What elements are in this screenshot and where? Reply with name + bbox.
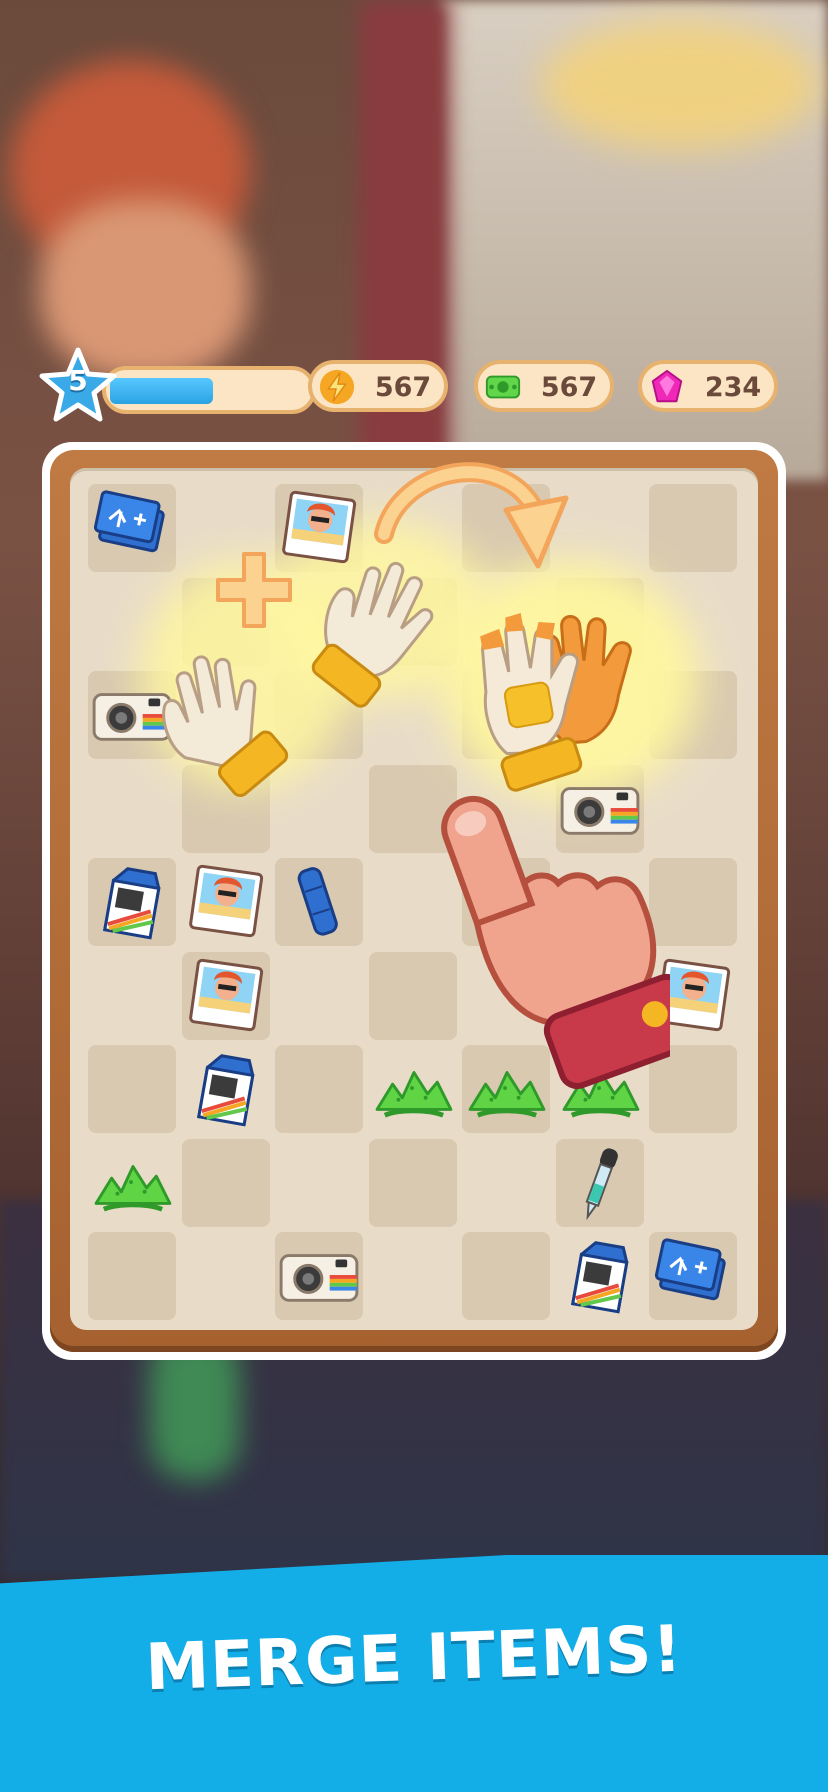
grass-item[interactable] bbox=[86, 1149, 178, 1217]
lightning-icon bbox=[319, 369, 355, 405]
photo-item[interactable] bbox=[186, 862, 266, 942]
board-cell[interactable] bbox=[181, 1138, 270, 1227]
xp-progress[interactable]: 5 bbox=[39, 347, 316, 422]
photo-icon bbox=[188, 864, 263, 938]
milk-carton-icon bbox=[103, 867, 161, 940]
top-hud: 5 567 567 234 bbox=[0, 347, 828, 422]
cash-icon bbox=[485, 375, 521, 399]
camera-item[interactable] bbox=[275, 1242, 363, 1310]
dropper-item[interactable] bbox=[560, 1143, 640, 1223]
cash-counter[interactable]: 567 bbox=[474, 360, 614, 412]
milk-carton-item[interactable] bbox=[92, 862, 172, 942]
cash-value: 567 bbox=[540, 372, 598, 403]
photo-item[interactable] bbox=[186, 956, 266, 1036]
milk-carton-item[interactable] bbox=[560, 1236, 640, 1316]
camera-icon bbox=[279, 1254, 359, 1302]
gem-icon bbox=[651, 369, 683, 403]
glove-item[interactable] bbox=[292, 548, 462, 708]
towel-item[interactable] bbox=[279, 862, 359, 942]
gem-value: 234 bbox=[704, 372, 762, 403]
xp-bar-fill bbox=[110, 378, 213, 404]
milk-carton-icon bbox=[196, 1054, 254, 1127]
gem-counter[interactable]: 234 bbox=[638, 360, 778, 412]
towel-icon bbox=[297, 867, 338, 936]
grass-icon bbox=[94, 1164, 172, 1212]
board-cell[interactable] bbox=[275, 1045, 363, 1133]
board-cell[interactable] bbox=[88, 1045, 176, 1133]
board-cell[interactable] bbox=[462, 1232, 550, 1320]
level-number: 5 bbox=[68, 364, 88, 397]
glove-item[interactable] bbox=[148, 638, 308, 798]
energy-value: 567 bbox=[374, 372, 432, 403]
photo-icon bbox=[188, 958, 263, 1031]
dropper-icon bbox=[585, 1147, 618, 1220]
milk-carton-item[interactable] bbox=[186, 1049, 266, 1129]
xp-bar bbox=[102, 366, 316, 414]
energy-counter[interactable]: 567 bbox=[308, 360, 448, 412]
board-cell[interactable] bbox=[88, 1232, 176, 1320]
board-cell[interactable] bbox=[649, 484, 737, 572]
blueprint-item[interactable] bbox=[653, 1236, 733, 1316]
blueprint-icon bbox=[93, 490, 165, 553]
plus-icon bbox=[216, 552, 292, 628]
milk-carton-icon bbox=[570, 1241, 628, 1314]
blueprint-icon bbox=[654, 1238, 726, 1301]
blueprint-item[interactable] bbox=[92, 488, 172, 568]
pointing-hand-icon bbox=[441, 796, 670, 1090]
board-cell[interactable] bbox=[368, 1138, 457, 1227]
